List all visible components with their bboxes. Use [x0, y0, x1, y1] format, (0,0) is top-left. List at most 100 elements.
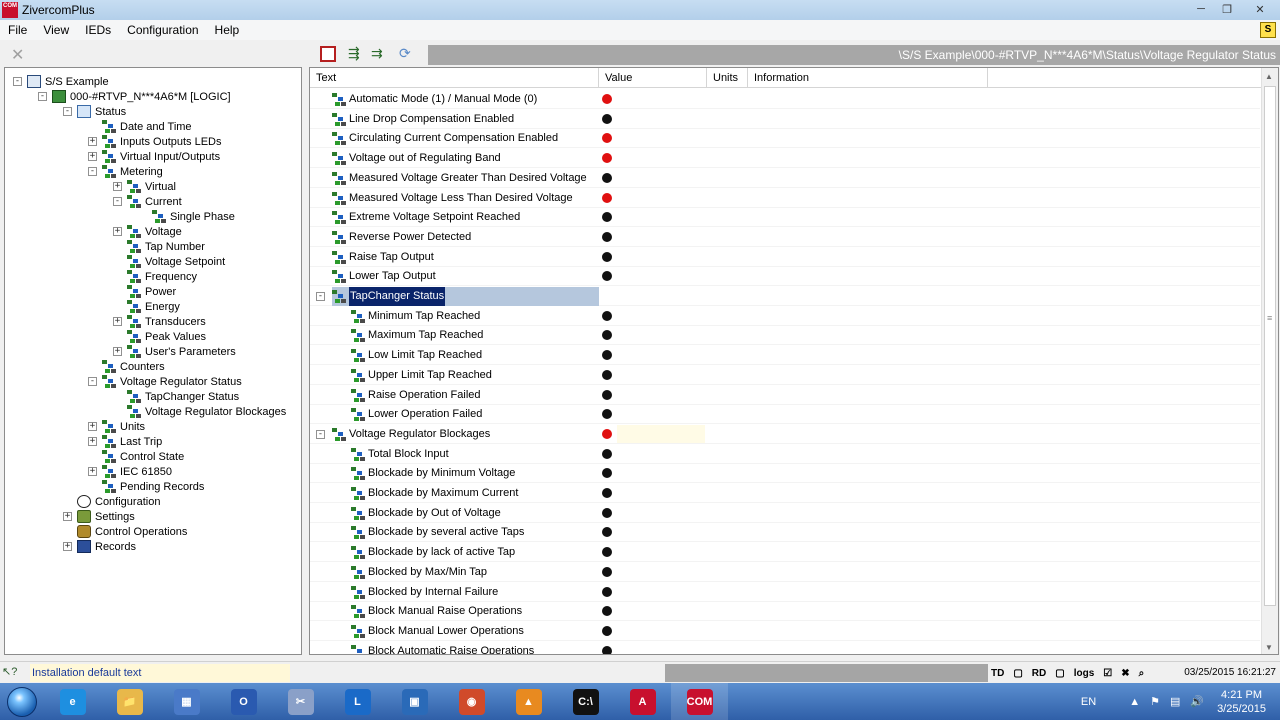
device-tree[interactable]: - S/S Example - 000-#RTVP_N***4A6*M [LOGIC]… — [4, 67, 302, 655]
tree-item[interactable]: Control State — [102, 449, 184, 464]
tree-item[interactable]: Power — [127, 284, 176, 299]
grid-row[interactable]: Upper Limit Tap Reached — [310, 366, 1260, 385]
grid-row[interactable]: Maximum Tap Reached — [310, 326, 1260, 345]
grid-row[interactable]: Blockade by lack of active Tap — [310, 543, 1260, 562]
grid-row[interactable]: Blocked by Max/Min Tap — [310, 563, 1260, 582]
tray-expand-icon[interactable]: ▲ — [1129, 696, 1140, 708]
grid-row[interactable]: Circulating Current Compensation Enabled — [310, 129, 1260, 148]
expand-icon[interactable]: + — [63, 512, 72, 521]
grid-row[interactable]: Low Limit Tap Reached — [310, 346, 1260, 365]
grid-row[interactable]: Blockade by several active Taps — [310, 523, 1260, 542]
grid-row[interactable]: Raise Operation Failed — [310, 386, 1260, 405]
window-icon[interactable]: ▢ — [1010, 668, 1025, 679]
scroll-thumb[interactable] — [1264, 86, 1276, 606]
scroll-down-icon[interactable]: ▼ — [1265, 643, 1273, 652]
context-help-icon[interactable]: ↖? — [2, 665, 26, 681]
expand-icon[interactable]: + — [88, 422, 97, 431]
tree-item[interactable]: Settings — [77, 509, 135, 524]
grid-row[interactable]: Line Drop Compensation Enabled — [310, 110, 1260, 129]
tree-item[interactable]: Virtual — [127, 179, 176, 194]
taskbar-vlc[interactable]: ▲ — [500, 683, 557, 720]
tree-item[interactable]: Configuration — [77, 494, 160, 509]
stop-icon[interactable] — [320, 46, 336, 62]
taskbar-snipping-tool[interactable]: ✂ — [272, 683, 329, 720]
column-units[interactable]: Units — [707, 68, 748, 88]
volume-icon[interactable]: 🔊 — [1190, 695, 1204, 708]
collapse-icon[interactable]: - — [38, 92, 47, 101]
tree-item[interactable]: Tap Number — [127, 239, 205, 254]
grid-row[interactable]: Measured Voltage Less Than Desired Volta… — [310, 189, 1260, 208]
tree-item[interactable]: Metering — [102, 164, 163, 179]
tree-item[interactable]: Virtual Input/Outputs — [102, 149, 220, 164]
tree-item[interactable]: Voltage Setpoint — [127, 254, 225, 269]
collapse-icon[interactable]: - — [113, 197, 122, 206]
tree-item[interactable]: IEC 61850 — [102, 464, 172, 479]
help-s-icon[interactable]: S — [1260, 22, 1276, 38]
taskbar-file-explorer[interactable]: 📁 — [101, 683, 158, 720]
grid-row[interactable]: Block Automatic Raise Operations — [310, 642, 1260, 654]
tree-item[interactable]: Voltage — [127, 224, 182, 239]
grid-row[interactable]: Lower Operation Failed — [310, 405, 1260, 424]
column-text[interactable]: Text — [310, 68, 599, 88]
close-icon[interactable]: ✕ — [1240, 0, 1280, 18]
tree-item[interactable]: Current — [127, 194, 182, 209]
rd-indicator[interactable]: RD — [1029, 668, 1049, 679]
tree-item[interactable]: Counters — [102, 359, 165, 374]
menu-help[interactable]: Help — [207, 23, 248, 37]
collapse-icon[interactable]: - — [316, 292, 325, 301]
expand-icon[interactable]: + — [63, 542, 72, 551]
tree-item[interactable]: Energy — [127, 299, 180, 314]
taskbar-chrome[interactable]: ◉ — [443, 683, 500, 720]
grid-row[interactable]: Extreme Voltage Setpoint Reached — [310, 208, 1260, 227]
flag-icon[interactable]: ⚑ — [1150, 695, 1160, 708]
tree-item[interactable]: Records — [77, 539, 136, 554]
taskbar-control-panel[interactable]: ▦ — [158, 683, 215, 720]
tree-item[interactable]: Voltage Regulator Blockages — [127, 404, 286, 419]
taskbar-lync[interactable]: L — [329, 683, 386, 720]
grid-row[interactable]: Automatic Mode (1) / Manual Mode (0) — [310, 90, 1260, 109]
menu-view[interactable]: View — [35, 23, 77, 37]
tree-item[interactable]: S/S Example — [27, 74, 109, 89]
grid-row[interactable]: Measured Voltage Greater Than Desired Vo… — [310, 169, 1260, 188]
tree-item[interactable]: TapChanger Status — [127, 389, 239, 404]
menu-ieds[interactable]: IEDs — [77, 23, 119, 37]
tree-item[interactable]: Last Trip — [102, 434, 162, 449]
tree-item[interactable]: Units — [102, 419, 145, 434]
grid-group-row[interactable]: - Voltage Regulator Blockages — [310, 425, 1260, 444]
language-indicator[interactable]: EN — [1081, 696, 1096, 708]
expand-icon[interactable]: + — [88, 152, 97, 161]
expand-icon[interactable]: + — [113, 317, 122, 326]
tree-item[interactable]: Single Phase — [152, 209, 235, 224]
taskbar-command-prompt[interactable]: C:\ — [557, 683, 614, 720]
expand-icon[interactable]: + — [88, 437, 97, 446]
taskbar-acrobat[interactable]: A — [614, 683, 671, 720]
grid-row[interactable]: Minimum Tap Reached — [310, 307, 1260, 326]
grid-group-row[interactable]: - TapChanger Status — [310, 287, 1260, 306]
tree-item[interactable]: Voltage Regulator Status — [102, 374, 242, 389]
forward-icon[interactable]: ⇉ — [371, 46, 387, 62]
expand-icon[interactable]: + — [88, 467, 97, 476]
expand-icon[interactable]: + — [113, 347, 122, 356]
maximize-icon[interactable]: ❐ — [1214, 0, 1240, 18]
expand-icon[interactable]: + — [113, 227, 122, 236]
tree-item[interactable]: Frequency — [127, 269, 197, 284]
collapse-icon[interactable]: - — [88, 377, 97, 386]
collapse-icon[interactable]: - — [88, 167, 97, 176]
menu-configuration[interactable]: Configuration — [119, 23, 206, 37]
minimize-icon[interactable]: ─ — [1188, 0, 1214, 18]
collapse-icon[interactable]: - — [13, 77, 22, 86]
logs-indicator[interactable]: logs — [1071, 668, 1098, 679]
clock[interactable]: 4:21 PM 3/25/2015 — [1217, 688, 1266, 716]
column-information[interactable]: Information — [748, 68, 988, 88]
taskbar-internet-explorer[interactable]: e — [44, 683, 101, 720]
grid-row[interactable]: Blockade by Out of Voltage — [310, 504, 1260, 523]
grid-row[interactable]: Blocked by Internal Failure — [310, 583, 1260, 602]
expand-icon[interactable]: + — [88, 137, 97, 146]
vertical-scrollbar[interactable]: ▲ ≡ ▼ — [1261, 68, 1278, 654]
column-value[interactable]: Value — [599, 68, 707, 88]
network-icon[interactable]: ▤ — [1170, 695, 1180, 708]
grid-row[interactable]: Block Manual Raise Operations — [310, 602, 1260, 621]
start-button[interactable] — [0, 683, 44, 720]
export-icon[interactable]: ⇶ — [348, 46, 364, 62]
taskbar-outlook[interactable]: O — [215, 683, 272, 720]
